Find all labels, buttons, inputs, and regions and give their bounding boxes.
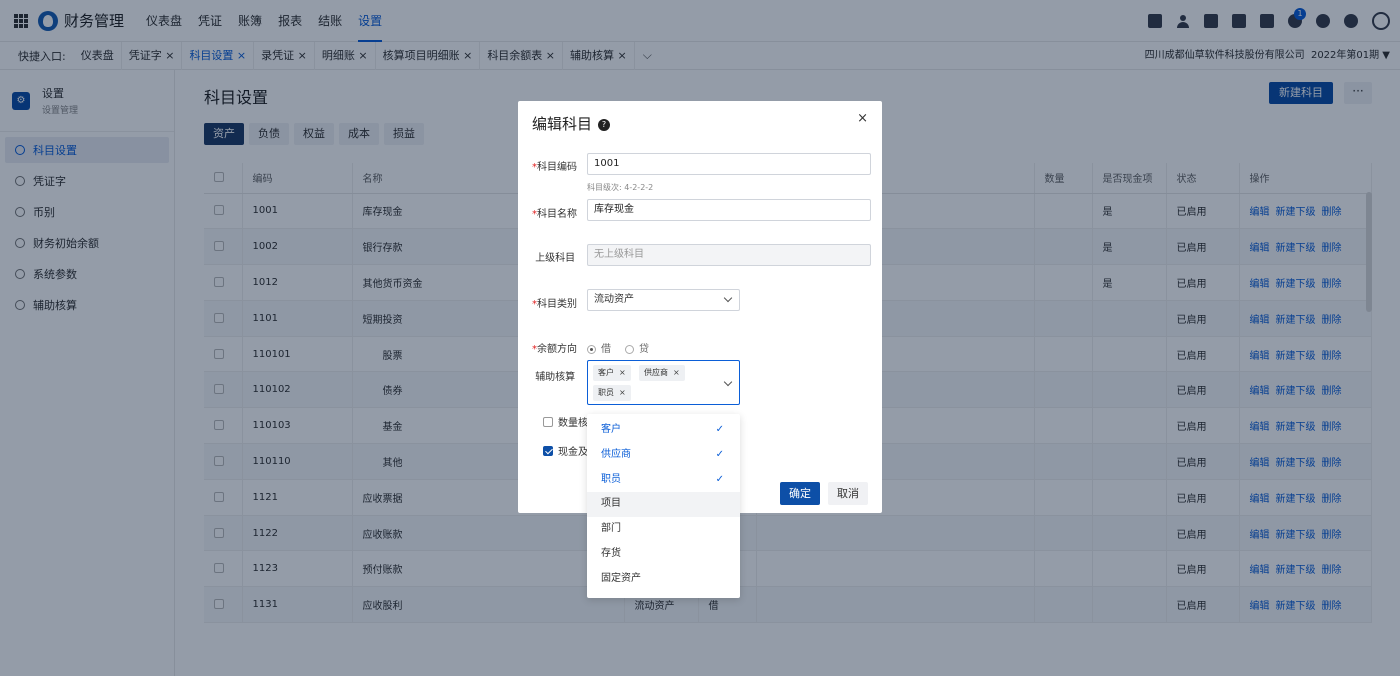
radio-debit[interactable]: 借 [587, 340, 611, 355]
radio-credit[interactable]: 贷 [625, 340, 649, 355]
option-label: 职员 [601, 473, 621, 485]
help-icon[interactable]: ? [598, 118, 611, 131]
chevron-down-icon [723, 293, 733, 303]
subject-code-input[interactable]: 1001 [587, 153, 871, 175]
name-label: *科目名称 [532, 209, 577, 220]
dropdown-option[interactable]: 固定资产 [587, 567, 740, 592]
cancel-button[interactable]: 取消 [828, 482, 868, 505]
category-label: *科目类别 [532, 299, 577, 310]
radio-credit-circle[interactable] [625, 344, 634, 354]
check-icon: ✓ [715, 424, 724, 435]
quantity-checkbox[interactable] [543, 416, 553, 427]
direction-label: *余额方向 [532, 344, 577, 355]
direction-radio-group: 借 贷 [587, 340, 649, 355]
option-label: 项目 [601, 498, 621, 510]
option-label: 固定资产 [601, 572, 641, 584]
category-select[interactable]: 流动资产 [587, 289, 740, 311]
dropdown-option[interactable]: 职员 ✓ [587, 468, 740, 493]
dropdown-option[interactable]: 部门 [587, 517, 740, 542]
option-label: 供应商 [601, 448, 631, 460]
aux-tag-customer: 客户 × [593, 365, 631, 381]
option-label: 部门 [601, 523, 621, 535]
aux-tag-supplier: 供应商 × [639, 365, 685, 381]
chevron-down-icon [723, 377, 733, 387]
confirm-button[interactable]: 确定 [780, 482, 820, 505]
close-icon[interactable]: × [857, 111, 868, 126]
option-label: 存货 [601, 547, 621, 559]
check-icon: ✓ [715, 448, 724, 460]
cash-equivalent-row[interactable]: 现金及 [543, 443, 588, 458]
dropdown-option[interactable]: 存货 [587, 542, 740, 567]
cash-checkbox[interactable] [543, 445, 553, 456]
quantity-accounting-row[interactable]: 数量核 [543, 414, 588, 429]
aux-multi-select[interactable]: 客户 × 供应商 × 职员 × [587, 360, 740, 405]
check-icon: ✓ [715, 473, 724, 485]
cash-label: 现金及 [558, 447, 588, 458]
radio-debit-label: 借 [601, 344, 611, 355]
quantity-label: 数量核 [558, 418, 588, 429]
aux-label: 辅助核算 [535, 372, 576, 383]
dropdown-option[interactable]: 供应商 ✓ [587, 443, 740, 468]
subject-name-input[interactable]: 库存现金 [587, 199, 871, 221]
category-value: 流动资产 [594, 294, 634, 305]
option-label: 客户 [601, 424, 621, 435]
code-label: *科目编码 [532, 162, 577, 173]
parent-label: 上级科目 [535, 253, 576, 264]
dialog-title: 编辑科目? [532, 113, 611, 134]
tag-close-icon[interactable]: × [619, 388, 626, 397]
aux-dropdown-menu: 客户 ✓ 供应商 ✓ 职员 ✓ 项目部门存货固定资产 [587, 414, 740, 598]
dropdown-option[interactable]: 客户 ✓ [587, 418, 740, 443]
level-hint: 科目级次: 4-2-2-2 [587, 183, 654, 192]
parent-subject-input: 无上级科目 [587, 244, 871, 266]
dialog-title-text: 编辑科目 [532, 115, 593, 133]
radio-debit-circle[interactable] [587, 344, 596, 354]
radio-credit-label: 贷 [639, 344, 649, 355]
tag-close-icon[interactable]: × [673, 368, 680, 377]
tag-close-icon[interactable]: × [619, 368, 626, 377]
dropdown-option[interactable]: 项目 [587, 492, 740, 518]
aux-tag-employee: 职员 × [593, 385, 631, 401]
